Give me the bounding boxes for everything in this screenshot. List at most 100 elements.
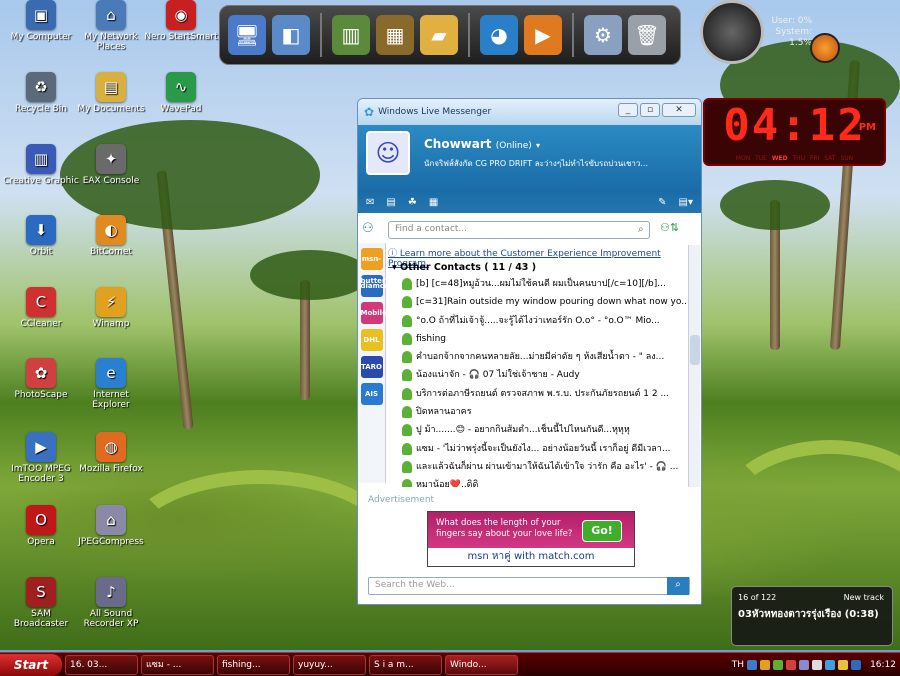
taskbar-clock[interactable]: 16:12 xyxy=(870,660,896,670)
web-search-button[interactable]: ⌕ xyxy=(667,577,689,595)
language-indicator[interactable]: TH xyxy=(732,660,744,670)
user-name: Chowwart xyxy=(424,137,492,151)
chevron-down-icon[interactable]: ▾ xyxy=(536,141,540,150)
web-search-input[interactable]: Search the Web... ⌕ xyxy=(368,577,690,595)
desktop-icon[interactable]: O Opera xyxy=(3,505,79,547)
tray-network-icon[interactable] xyxy=(747,659,758,670)
desktop-icon[interactable]: ∿ WavePad xyxy=(143,72,219,114)
menu-icon[interactable]: ▤▾ xyxy=(679,197,693,208)
desktop-icon[interactable]: ▣ My Computer xyxy=(3,0,79,42)
contact-row[interactable]: คำบอกจ้ากจากคนหลายลัย...ม่ายมีค่าดัย ๆ ห… xyxy=(388,348,688,366)
drive-icon[interactable]: ◧ xyxy=(272,15,310,55)
contact-row[interactable]: น้องแน่าจัก - 🎧 07 ไม่ใช่เจ้าชาย - Audy xyxy=(388,366,688,384)
app-orb-icon[interactable] xyxy=(810,33,840,63)
advertisement-banner[interactable]: What does the length of your fingers say… xyxy=(427,511,635,567)
contact-row[interactable]: [b] [c=48]หมูอ้วน...ผมไม่ใช้คนดี ผมเป็นค… xyxy=(388,275,688,293)
tray-volume-icon[interactable] xyxy=(812,659,823,670)
contact-row[interactable]: หมาน้อย❤️..ดิดิ xyxy=(388,476,688,487)
contact-row[interactable]: ปิดหลานอาคร xyxy=(388,403,688,421)
desktop-icon[interactable]: e Internet Explorer xyxy=(73,358,149,410)
taskbar-button[interactable]: fishing... xyxy=(217,654,290,675)
books-icon[interactable]: ▥ xyxy=(332,15,370,55)
maximize-button[interactable]: ▫ xyxy=(640,103,660,117)
desktop-icon-label: My Computer xyxy=(10,32,72,42)
desktop-icon[interactable]: ⌂ JPEGCompress xyxy=(73,505,149,547)
sidebar-tab[interactable]: msn-butterfly xyxy=(360,248,395,285)
taskbar-button[interactable]: S i a m... xyxy=(369,654,442,675)
taskbar-button[interactable]: yuyuy... xyxy=(293,654,366,675)
close-button[interactable]: ✕ xyxy=(662,103,696,117)
desktop-icon[interactable]: ♪ All Sound Recorder XP xyxy=(73,577,149,629)
tray-t-icon[interactable] xyxy=(851,659,862,670)
desktop-icon[interactable]: ◍ Mozilla Firefox xyxy=(73,432,149,474)
contact-group-header[interactable]: ▾ Other Contacts ( 11 / 43 ) xyxy=(388,261,688,275)
desktop-icon[interactable]: ⚡ Winamp xyxy=(73,287,149,329)
ad-go-button[interactable]: Go! xyxy=(582,520,622,542)
desktop-icon[interactable]: C CCleaner xyxy=(3,287,79,329)
contacts-icon[interactable]: ☘ xyxy=(408,197,417,208)
contact-row[interactable]: [c=31]Rain outside my window pouring dow… xyxy=(388,293,688,311)
search-icon[interactable]: ⌕ xyxy=(638,224,644,235)
desktop-icon[interactable]: ⌂ My Network Places xyxy=(73,0,149,52)
avatar[interactable]: ☺ xyxy=(366,131,410,175)
desktop-icon[interactable]: ✿ PhotoScape xyxy=(3,358,79,400)
start-button[interactable]: Start xyxy=(0,653,62,676)
settings-gear-icon[interactable]: ⚙ xyxy=(584,15,622,55)
contact-row[interactable]: แซม - 'ไม่ว่าพรุ่งนี้จะเป็นยังไง... อย่า… xyxy=(388,440,688,458)
scrollbar-thumb[interactable] xyxy=(690,335,700,365)
contact-name: น้องแน่าจัก - 🎧 07 ไม่ใช่เจ้าชาย - Audy xyxy=(416,370,580,381)
spaces-icon[interactable]: ▤ xyxy=(386,197,395,208)
contact-row[interactable]: fishing xyxy=(388,330,688,348)
contact-row[interactable]: และแล้วฉันก็ผ่าน ผ่านเข้ามาให้ฉันได้เข้า… xyxy=(388,458,688,476)
desktop-icon[interactable]: ◉ Nero StartSmart xyxy=(143,0,219,42)
trash-icon[interactable]: 🗑 xyxy=(628,15,666,55)
tray-winamp-icon[interactable] xyxy=(838,659,849,670)
contact-search-input[interactable]: Find a contact... xyxy=(388,221,650,239)
sidebar-tab[interactable]: TARO xyxy=(360,356,383,378)
desktop-icon-label: My Documents xyxy=(77,104,145,114)
sidebar-tab[interactable]: AIS xyxy=(360,383,383,405)
clock-day: MON xyxy=(735,155,751,162)
taskbar-button[interactable]: Windo... xyxy=(445,654,518,675)
globe-icon[interactable]: ◕ xyxy=(480,15,518,55)
contact-row[interactable]: บริการต่อภาษีรถยนต์ ตรวจสภาพ พ.ร.บ. ประก… xyxy=(388,385,688,403)
add-contact-icon[interactable]: ⚇ xyxy=(362,221,374,236)
monitor-icon[interactable]: 🖥 xyxy=(228,15,266,55)
tray-messenger-icon[interactable] xyxy=(760,659,771,670)
tray-update-icon[interactable] xyxy=(786,659,797,670)
tray-display-icon[interactable] xyxy=(799,659,810,670)
desktop-icon[interactable]: ▥ Creative Graphic xyxy=(3,144,79,186)
add-contact-button[interactable]: ⚇⇅ xyxy=(660,221,679,234)
contact-list-scrollbar[interactable] xyxy=(688,245,700,487)
desktop-icon[interactable]: ⬇ Orbit xyxy=(3,215,79,257)
desktop-icon[interactable]: ✦ EAX Console xyxy=(73,144,149,186)
mail-icon[interactable]: ✉ xyxy=(366,197,374,208)
desktop-icon[interactable]: ◐ BitComet xyxy=(73,215,149,257)
news-icon[interactable]: ▦ xyxy=(429,197,438,208)
personal-message[interactable]: นักจริฟส์สังกัด CG PRO DRIFT ละว่างๆไม่ท… xyxy=(424,157,694,170)
tray-antivirus-icon[interactable] xyxy=(773,659,784,670)
desktop-icon[interactable]: ▶ ImTOO MPEG Encoder 3 xyxy=(3,432,79,484)
contact-list: ▾ Other Contacts ( 11 / 43 ) [b] [c=48]ห… xyxy=(388,261,688,487)
sound-recorder-icon: ♪ xyxy=(96,577,126,607)
desktop: ▣ My Computer ⌂ My Network Places ◉ Nero Star… xyxy=(0,0,900,650)
sidebar-tab[interactable]: diamond xyxy=(360,275,395,297)
user-name-row[interactable]: Chowwart (Online) ▾ xyxy=(424,137,540,151)
desktop-icon[interactable]: S SAM Broadcaster xyxy=(3,577,79,629)
sidebar-tab[interactable]: DHL xyxy=(360,329,383,351)
contact-row[interactable]: °o.O ถ้าที่ไม่เจ้าจู้.....จะรู้ได้ไงว่าเ… xyxy=(388,312,688,330)
minimize-button[interactable]: _ xyxy=(618,103,638,117)
contact-row[interactable]: ปู ม้า.......😊 - อยากกินส้มตำ...เช็นนี้ไ… xyxy=(388,421,688,439)
taskbar-button[interactable]: 16. 03... xyxy=(65,654,138,675)
tray-bluetooth-icon[interactable] xyxy=(825,659,836,670)
desktop-icon[interactable]: ▤ My Documents xyxy=(73,72,149,114)
now-playing-widget[interactable]: 16 of 122 New track 03หัวหทองตาวรรุ่งเรื… xyxy=(731,586,893,646)
folder-icon[interactable]: ▰ xyxy=(420,15,458,55)
paint-icon[interactable]: ✎ xyxy=(658,197,666,208)
desktop-icon[interactable]: ♻ Recycle Bin xyxy=(3,72,79,114)
book-icon[interactable]: ▦ xyxy=(376,15,414,55)
sidebar-tab[interactable]: Mobile xyxy=(360,302,387,324)
clock-day: SAT xyxy=(824,155,836,162)
taskbar-button[interactable]: แซม - ... xyxy=(141,654,214,675)
media-player-icon[interactable]: ▶ xyxy=(524,15,562,55)
